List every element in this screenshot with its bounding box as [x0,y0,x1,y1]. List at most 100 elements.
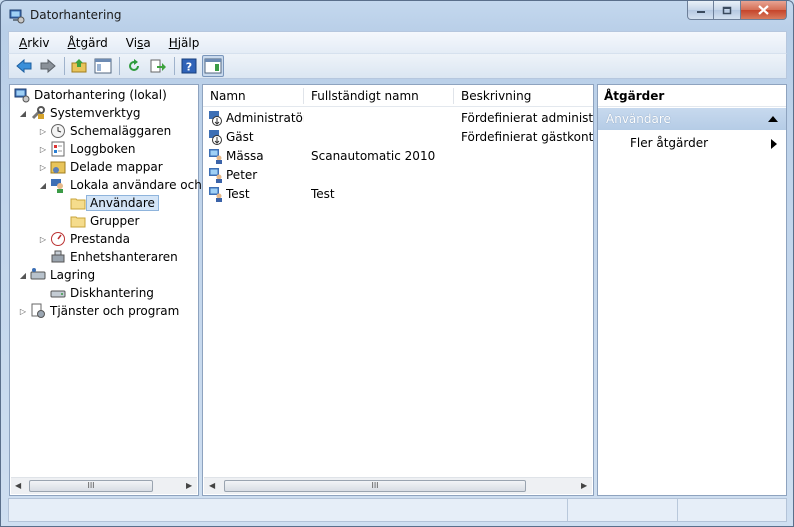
close-icon [758,5,769,15]
event-log-icon [51,141,65,157]
tree-item-groups[interactable]: Grupper [68,212,139,230]
scroll-thumb[interactable]: III [29,480,153,492]
status-bar [8,498,787,522]
tree-item-users[interactable]: Användare [68,194,159,212]
expanded-triangle-icon[interactable]: ◢ [18,109,28,118]
list-item[interactable]: Peter [203,166,593,185]
tree-item-scheduler[interactable]: ▷ Schemaläggaren [38,122,171,140]
collapsed-triangle-icon[interactable]: ▷ [38,127,48,136]
tree-item-services[interactable]: ▷ Tjänster och program [18,302,179,320]
tree-item-performance[interactable]: ▷ Prestanda [38,230,130,248]
tree-label: Tjänster och program [50,304,180,318]
scroll-left-icon[interactable]: ◀ [15,481,21,490]
tree-label: Diskhantering [70,286,154,300]
list-item[interactable]: Gäst Fördefinierat gästkonto fö [203,128,593,147]
list-item[interactable]: Administratör Fördefinierat administrat [203,109,593,128]
scroll-right-icon[interactable]: ▶ [581,481,587,490]
cell-full-name: Scanautomatic 2010 [311,149,436,163]
tree-label-selected: Användare [86,195,159,211]
computer-management-icon [14,88,30,103]
tree-horizontal-scrollbar[interactable]: ◀ III ▶ [11,477,197,494]
clock-icon [51,124,65,138]
scroll-right-icon[interactable]: ▶ [186,481,192,490]
cell-name: Administratör [226,111,304,125]
expanded-triangle-icon[interactable]: ◢ [38,181,48,190]
cell-name: Peter [226,168,258,182]
window-title: Datorhantering [30,8,122,22]
tree-item-root[interactable]: Datorhantering (lokal) [12,86,167,104]
back-button[interactable] [13,55,35,77]
more-actions-link[interactable]: Fler åtgärder [630,136,708,150]
column-header-name[interactable]: Namn [203,89,246,103]
list-horizontal-scrollbar[interactable]: ◀ III ▶ [204,477,592,494]
tree-item-local-users[interactable]: ◢ Lokala användare och g [38,176,213,194]
forward-button[interactable] [37,55,59,77]
close-button[interactable] [741,1,787,20]
svg-text:?: ? [186,61,192,74]
list-item[interactable]: Mässa Scanautomatic 2010 [203,147,593,166]
show-hide-action-pane-button[interactable] [202,55,224,77]
cell-name: Gäst [226,130,254,144]
tree-item-event-viewer[interactable]: ▷ Loggboken [38,140,136,158]
forward-arrow-icon [40,58,56,74]
collapsed-triangle-icon[interactable]: ▷ [38,145,48,154]
minimize-icon [696,11,705,13]
minimize-button[interactable] [687,1,714,20]
menu-arkiv[interactable]: Arkiv [9,36,58,50]
menu-hjalp[interactable]: Hjälp [159,36,208,50]
column-header-description[interactable]: Beskrivning [454,89,531,103]
tools-icon [31,106,45,120]
tree-item-system-tools[interactable]: ◢ Systemverktyg [18,104,141,122]
tree-label: Prestanda [70,232,130,246]
tree-label: Grupper [90,214,140,228]
actions-section-header[interactable]: Användare [598,108,786,130]
console-tree-pane: Datorhantering (lokal) ◢ Systemverktyg ▷… [9,84,213,496]
services-icon [31,303,45,318]
expanded-triangle-icon[interactable]: ◢ [18,271,28,280]
device-manager-icon [51,250,65,263]
cell-full-name: Test [311,187,335,201]
tree-item-storage[interactable]: ◢ Lagring [18,266,95,284]
mnemonic: A [19,35,28,50]
menu-atgard[interactable]: Åtgärd [58,36,116,50]
list-header: Namn Fullständigt namn Beskrivning [203,85,593,107]
menu-label: jälp [177,35,200,50]
maximize-button[interactable] [714,1,741,20]
column-header-full-name[interactable]: Fullständigt namn [304,89,419,103]
collapsed-triangle-icon[interactable]: ▷ [38,163,48,172]
menu-bar: Arkiv Åtgärd Visa Hjälp [8,31,787,53]
cell-name: Test [226,187,250,201]
export-list-button[interactable] [147,55,169,77]
computer-management-icon [9,9,25,24]
tree-item-disk-management[interactable]: Diskhantering [48,284,154,302]
scroll-left-icon[interactable]: ◀ [209,481,215,490]
show-hide-console-tree-button[interactable] [92,55,114,77]
list-item[interactable]: Test Test [203,185,593,204]
app-window: Datorhantering Arkiv Åtgärd Visa Hjälp ?… [0,0,794,527]
status-segment [678,499,786,521]
scroll-thumb[interactable]: III [224,480,526,492]
users-groups-icon [51,179,63,193]
tree-item-shared-folders[interactable]: ▷ Delade mappar [38,158,163,176]
cell-description: Fördefinierat gästkonto fö [461,130,593,144]
up-button[interactable] [68,55,90,77]
title-bar[interactable]: Datorhantering [1,1,793,31]
tree-item-device-manager[interactable]: Enhetshanteraren [48,248,178,266]
collapsed-triangle-icon[interactable]: ▷ [18,307,28,316]
menu-visa[interactable]: Visa [116,36,159,50]
status-segment [9,499,569,521]
submenu-arrow-icon[interactable] [771,139,777,149]
status-segment [568,499,679,521]
user-icon [209,187,222,202]
section-label: Användare [606,112,671,126]
tree-label: Lokala användare och g [70,178,214,192]
collapse-up-icon[interactable] [768,116,778,122]
mnemonic: H [168,35,178,50]
help-button[interactable]: ? [178,55,200,77]
maximize-icon [722,6,732,14]
back-arrow-icon [16,58,32,74]
refresh-button[interactable] [123,55,145,77]
collapsed-triangle-icon[interactable]: ▷ [38,235,48,244]
export-list-icon [150,59,166,73]
actions-pane: Åtgärder Användare Fler åtgärder [597,84,787,496]
